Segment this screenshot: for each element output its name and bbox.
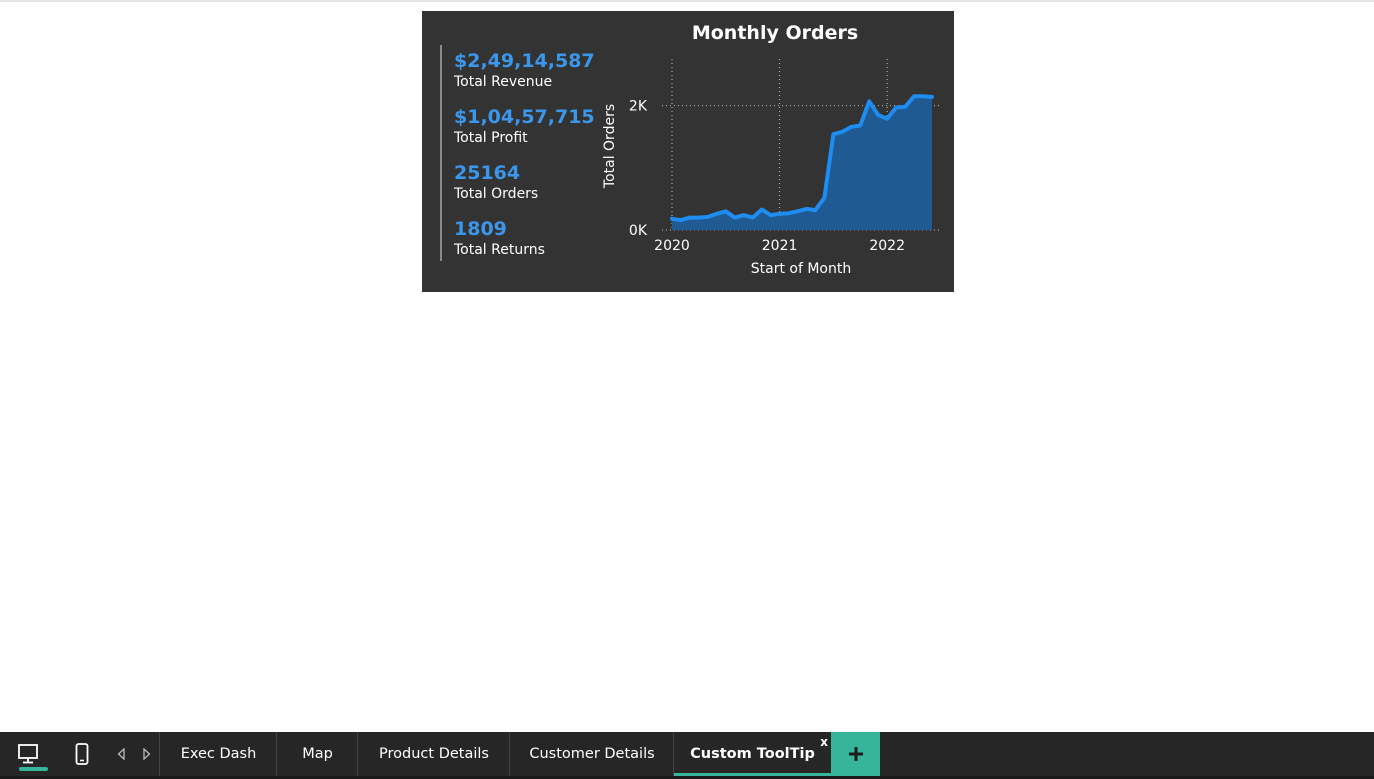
tab-label: Product Details (379, 746, 489, 762)
previous-page-button[interactable] (114, 746, 128, 762)
close-tab-button[interactable]: x (820, 735, 828, 749)
tab-exec-dash[interactable]: Exec Dash (159, 732, 277, 776)
tab-label: Custom ToolTip (690, 746, 815, 762)
arrow-left-icon (117, 748, 125, 760)
tab-map[interactable]: Map (276, 732, 358, 776)
desktop-view-button[interactable] (5, 732, 51, 776)
x-axis-title: Start of Month (751, 261, 851, 277)
arrow-right-icon (143, 748, 151, 760)
chart-title: Monthly Orders (692, 22, 858, 44)
mobile-view-button[interactable] (59, 732, 105, 776)
top-divider (0, 0, 1374, 2)
plus-icon (848, 747, 863, 761)
y-axis-title: Total Orders (602, 104, 618, 189)
tab-label: Map (302, 746, 333, 762)
x-tick-label: 2021 (762, 238, 798, 254)
tab-custom-tooltip[interactable]: Custom ToolTip x (673, 732, 831, 776)
mobile-icon (75, 743, 89, 765)
tab-label: Customer Details (529, 746, 655, 762)
next-page-button[interactable] (140, 746, 154, 762)
y-axis-ticks: 0K 2K (629, 99, 648, 239)
add-page-button[interactable] (831, 732, 880, 776)
x-tick-label: 2020 (654, 238, 690, 254)
x-tick-label: 2022 (869, 238, 905, 254)
y-tick-label: 0K (629, 223, 648, 239)
y-tick-label: 2K (629, 99, 648, 115)
tab-product-details[interactable]: Product Details (357, 732, 510, 776)
tab-customer-details[interactable]: Customer Details (509, 732, 674, 776)
page-tab-bar: Exec Dash Map Product Details Customer D… (0, 732, 1374, 779)
active-view-indicator (19, 767, 48, 771)
x-axis-ticks: 2020 2021 2022 (654, 238, 905, 254)
monthly-orders-chart: Monthly Orders 2020 2021 2022 0K 2K Start o… (602, 22, 940, 277)
custom-tooltip-card: $2,49,14,587 Total Revenue $1,04,57,715 … (422, 11, 954, 292)
tab-label: Exec Dash (180, 746, 257, 762)
desktop-icon (18, 744, 38, 764)
